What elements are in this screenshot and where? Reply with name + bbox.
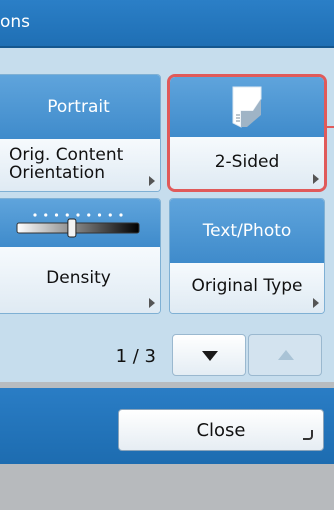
original-type-label-area: Original Type	[170, 263, 324, 313]
down-triangle-icon	[202, 351, 218, 361]
two-sided-page-icon	[232, 86, 262, 128]
submenu-arrow-icon	[313, 174, 319, 184]
two-sided-label-area: 2-Sided	[170, 137, 324, 189]
density-scale-dot	[87, 213, 91, 217]
original-type-value-area: Text/Photo	[170, 199, 324, 263]
density-scale-dot	[76, 213, 80, 217]
orientation-value-area: Portrait	[0, 75, 160, 139]
orig-content-orientation-button[interactable]: Portrait Orig. Content Orientation	[0, 74, 161, 192]
window-title: ons	[0, 12, 31, 32]
up-triangle-icon	[278, 350, 294, 360]
original-type-label: Original Type	[191, 276, 303, 296]
orientation-label-area: Orig. Content Orientation	[0, 139, 160, 191]
close-button[interactable]: Close	[118, 409, 324, 451]
density-scale-dot	[44, 213, 48, 217]
return-icon	[303, 430, 313, 440]
close-button-label: Close	[196, 420, 246, 441]
page-down-button[interactable]	[172, 334, 246, 376]
options-screen: ons Portrait Orig. Content Orientation 2…	[0, 0, 334, 510]
submenu-arrow-icon	[149, 176, 155, 186]
bottom-strip	[0, 464, 334, 510]
submenu-arrow-icon	[149, 298, 155, 308]
two-sided-icon-area	[170, 77, 324, 137]
orientation-label: Orig. Content Orientation	[9, 146, 160, 182]
density-label-area: Density	[0, 247, 160, 313]
density-label: Density	[46, 268, 111, 288]
orientation-value: Portrait	[47, 97, 110, 117]
orientation-label-line1: Orig. Content	[9, 145, 124, 165]
page-up-button[interactable]	[248, 334, 322, 376]
two-sided-label: 2-Sided	[214, 152, 280, 172]
density-scale-dot	[33, 213, 37, 217]
density-scale-dot	[97, 213, 102, 217]
original-type-button[interactable]: Text/Photo Original Type	[169, 198, 325, 314]
orientation-label-line2: Orientation	[9, 163, 105, 183]
density-icon-area	[0, 199, 160, 247]
two-sided-button[interactable]: 2-Sided	[167, 74, 327, 192]
page-indicator: 1 / 3	[115, 346, 156, 367]
density-thumb	[67, 218, 77, 238]
density-button[interactable]: Density	[0, 198, 161, 314]
density-scale-dot	[119, 213, 123, 217]
density-scale-dot	[108, 213, 112, 217]
submenu-arrow-icon	[313, 298, 319, 308]
density-scale-dot	[65, 213, 69, 217]
original-type-value: Text/Photo	[202, 221, 292, 241]
callout-leader-line	[327, 126, 334, 128]
title-bar: ons	[0, 0, 334, 48]
density-slider-icon	[16, 213, 140, 238]
density-scale-dot	[54, 213, 59, 217]
